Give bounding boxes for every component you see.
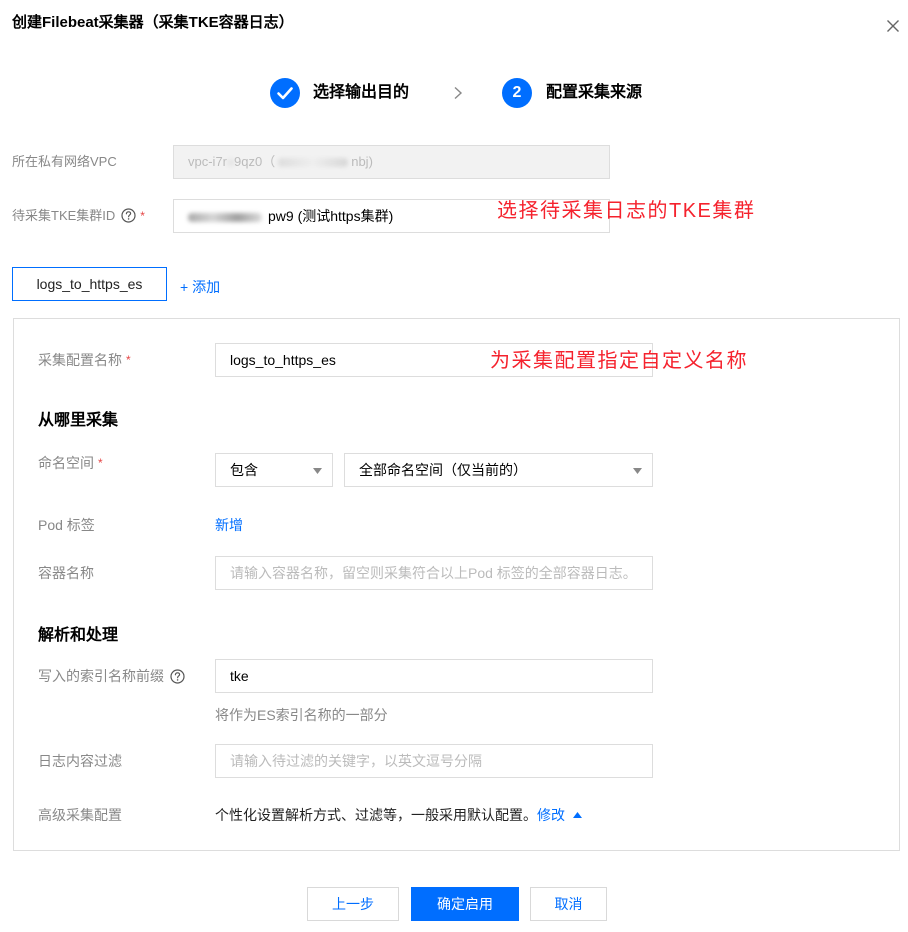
required-mark: * [140,209,145,223]
vpc-label: 所在私有网络VPC [12,154,117,169]
advanced-config-row: 个性化设置解析方式、过滤等，一般采用默认配置。修改 [215,805,582,825]
add-config-link[interactable]: + 添加 [180,277,220,297]
namespace-scope-select[interactable]: 全部命名空间（仅当前的） [344,453,653,487]
index-prefix-label-group: 写入的索引名称前缀 [38,666,185,686]
vpc-value-part: nbj) [351,154,373,169]
namespace-mode-value: 包含 [230,462,258,478]
help-icon[interactable] [170,669,185,684]
vpc-value-part: 9qz0（ [234,154,276,169]
section-source-heading: 从哪里采集 [38,412,119,429]
dialog-title: 创建Filebeat采集器（采集TKE容器日志） [12,14,294,31]
namespace-scope-value: 全部命名空间（仅当前的） [359,462,527,478]
caret-down-icon [633,468,642,474]
help-icon[interactable] [121,208,136,223]
index-prefix-input[interactable] [215,659,653,693]
annotation-cluster: 选择待采集日志的TKE集群 [497,200,756,222]
required-mark: * [98,456,103,470]
config-name-label: 采集配置名称 [38,352,122,368]
index-prefix-hint: 将作为ES索引名称的一部分 [215,707,388,723]
cluster-label: 待采集TKE集群ID [12,208,116,223]
required-mark: * [126,353,131,367]
cluster-value: pw9 (测试https集群) [268,208,394,224]
section-parse-heading: 解析和处理 [38,627,119,644]
step-label-config-source: 配置采集来源 [546,84,643,101]
caret-down-icon [313,468,322,474]
container-name-label: 容器名称 [38,565,94,581]
redacted-blur [188,212,262,222]
confirm-enable-button[interactable]: 确定启用 [411,887,519,921]
advanced-config-label: 高级采集配置 [38,807,122,823]
dialog: 创建Filebeat采集器（采集TKE容器日志） 选择输出目的 2 配置采集来源… [0,0,908,932]
caret-up-icon[interactable] [573,812,582,818]
step-number: 2 [502,78,532,108]
vpc-field: vpc-i7r 9qz0（ nbj) [173,145,610,179]
chevron-right-icon [453,86,463,100]
tab-logs-to-https-es[interactable]: logs_to_https_es [12,267,167,301]
content-filter-input[interactable] [215,744,653,778]
namespace-label-group: 命名空间 * [38,453,103,473]
cluster-label-group: 待采集TKE集群ID * [12,206,145,226]
index-prefix-label: 写入的索引名称前缀 [38,668,164,684]
vpc-value-part: vpc-i7r [188,154,228,169]
namespace-label: 命名空间 [38,455,94,471]
advanced-edit-link[interactable]: 修改 [537,807,565,823]
step-label-select-output[interactable]: 选择输出目的 [313,82,409,104]
close-icon[interactable] [886,19,900,33]
check-icon[interactable] [270,78,300,108]
pod-labels-label: Pod 标签 [38,517,95,533]
namespace-mode-select[interactable]: 包含 [215,453,333,487]
redacted-blur [278,158,349,168]
annotation-config-name: 为采集配置指定自定义名称 [490,350,748,372]
advanced-config-description: 个性化设置解析方式、过滤等，一般采用默认配置。 [215,807,537,823]
prev-step-button[interactable]: 上一步 [307,887,399,921]
redacted-blur [227,158,235,168]
cancel-button[interactable]: 取消 [530,887,607,921]
config-name-label-group: 采集配置名称 * [38,350,131,370]
add-pod-label-link[interactable]: 新增 [215,515,243,535]
content-filter-label: 日志内容过滤 [38,753,122,769]
container-name-input[interactable] [215,556,653,590]
